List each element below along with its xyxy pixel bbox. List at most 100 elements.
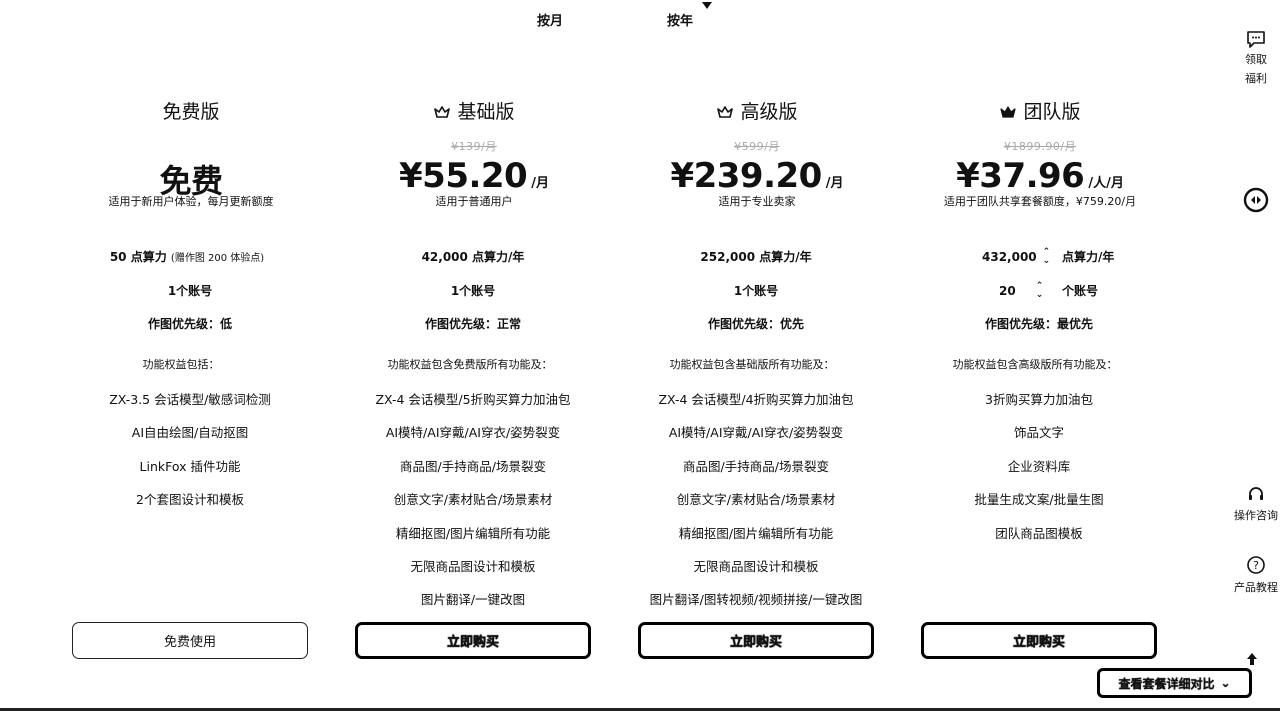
feature-item: ZX-3.5 会话模型/敏感词检测: [109, 392, 271, 407]
feature-item: AI模特/AI穿戴/AI穿衣/姿势裂变: [668, 425, 844, 441]
plan-price-unit: /月: [825, 176, 844, 191]
plan-price: ¥37.96: [956, 156, 1085, 196]
tab-monthly[interactable]: 按月: [537, 10, 563, 29]
active-tab-caret-icon: [702, 2, 712, 9]
plan-description: 适用于团队共享套餐额度，¥759.20/月: [943, 195, 1137, 208]
accounts-suffix: 个账号: [1062, 284, 1099, 298]
billing-toggle: 按月 按年: [0, 2, 1280, 30]
priority-value: 正常: [497, 317, 522, 331]
tab-yearly[interactable]: 按年: [667, 10, 693, 29]
features-title: 功能权益包含基础版所有功能及：: [669, 358, 835, 371]
plan-quota: 50 点算力 (赠作图 200 体验点): [110, 248, 264, 265]
feature-item: 图片翻译/一键改图: [420, 592, 526, 608]
plan-accounts: 1个账号: [733, 284, 779, 298]
plan-description: 适用于普通用户: [435, 195, 513, 208]
priority-value: 低: [220, 317, 233, 331]
plan-price-unit: /月: [531, 176, 549, 191]
back-to-top-icon[interactable]: [1244, 652, 1260, 666]
chevron-down-icon: ⌄: [1220, 676, 1231, 690]
plan-quota: 252,000 点算力/年: [700, 250, 812, 264]
crown-filled-icon: [1000, 106, 1017, 118]
plan-price: ¥55.20: [399, 156, 528, 196]
feature-item: 批量生成文案/批量生图: [974, 492, 1104, 508]
welfare-label-line2: 福利: [1245, 72, 1267, 85]
compare-plans-button[interactable]: 查看套餐详细对比 ⌄: [1097, 668, 1252, 698]
feature-item: 创意文字/素材贴合/场景素材: [676, 492, 836, 508]
buy-basic-button[interactable]: 立即购买: [355, 622, 591, 659]
welfare-widget[interactable]: 领取 福利: [1232, 28, 1280, 88]
plan-quota: 42,000 点算力/年: [421, 250, 525, 264]
stepper-arrows-icon[interactable]: ⌃ ⌄: [1036, 282, 1044, 300]
free-use-button[interactable]: 免费使用: [72, 622, 308, 659]
plan-card-team: 团队版 ¥1899.90/月 ¥37.96 /人/月 适用于团队共享套餐额度，¥…: [920, 98, 1160, 210]
spinner-badge-icon: [1243, 187, 1269, 213]
plan-card-basic: 基础版 ¥139/月 ¥55.20 /月 适用于普通用户: [354, 98, 594, 210]
plan-original-price: ¥139/月: [451, 140, 497, 153]
feature-item: 团队商品图模板: [995, 525, 1083, 541]
buy-advanced-button[interactable]: 立即购买: [638, 622, 874, 659]
compare-plans-label: 查看套餐详细对比: [1118, 676, 1215, 691]
plan-priority: 作图优先级：正常: [425, 315, 521, 332]
stepper-arrows-icon[interactable]: ⌃ ⌄: [1043, 248, 1051, 266]
priority-value: 最优先: [1057, 317, 1094, 331]
quota-stepper[interactable]: 432,000 ⌃ ⌄: [982, 248, 1050, 266]
plan-description: 适用于专业卖家: [718, 195, 796, 208]
feature-item: 无限商品图设计和模板: [693, 559, 819, 574]
accounts-stepper-value: 20: [999, 284, 1016, 298]
plan-price-unit: /人/月: [1088, 176, 1124, 191]
features-title: 功能权益包含高级版所有功能及：: [952, 358, 1118, 371]
plan-priority: 作图优先级：低: [148, 315, 232, 332]
accounts-stepper[interactable]: 20 ⌃ ⌄: [999, 282, 1043, 300]
consult-label: 操作咨询: [1234, 509, 1278, 522]
feature-item: ZX-4 会话模型/4折购买算力加油包: [658, 392, 854, 407]
plan-priority: 作图优先级：优先: [708, 315, 804, 332]
plan-priority: 作图优先级：最优先: [985, 315, 1093, 332]
feature-item: ZX-4 会话模型/5折购买算力加油包: [375, 392, 571, 407]
quota-stepper-value: 432,000: [982, 250, 1037, 264]
features-title: 功能权益包括：: [142, 358, 220, 371]
plan-accounts: 1个账号: [167, 284, 213, 298]
buy-team-button[interactable]: 立即购买: [921, 622, 1157, 659]
feature-item: 企业资料库: [1007, 458, 1071, 474]
floating-widget[interactable]: [1232, 186, 1280, 214]
priority-label: 作图优先级：: [147, 317, 220, 331]
plan-name: 免费版: [162, 101, 220, 123]
feature-item: 精细抠图/图片编辑所有功能: [678, 525, 834, 541]
feature-item: 无限商品图设计和模板: [410, 559, 536, 574]
quota-note: (赠作图 200 体验点): [170, 253, 265, 264]
priority-label: 作图优先级：: [984, 317, 1057, 331]
feature-item: 2个套图设计和模板: [136, 492, 244, 508]
tutorial-widget[interactable]: ? 产品教程: [1232, 555, 1280, 597]
feature-item: LinkFox 插件功能: [139, 458, 241, 474]
welfare-label-line1: 领取: [1245, 53, 1267, 66]
feature-item: AI自由绘图/自动抠图: [131, 425, 249, 441]
plan-card-advanced: 高级版 ¥599/月 ¥239.20 /月 适用于专业卖家: [637, 98, 877, 210]
chat-bubble-icon: [1247, 31, 1265, 48]
quota-suffix: 点算力/年: [1062, 250, 1115, 264]
plan-original-price: [71, 138, 311, 156]
feature-item: 3折购买算力加油包: [985, 392, 1093, 407]
tutorial-label: 产品教程: [1234, 581, 1278, 594]
consult-widget[interactable]: 操作咨询: [1232, 485, 1280, 525]
quota-text: 50 点算力: [109, 250, 167, 264]
svg-text:?: ?: [1253, 559, 1259, 572]
headset-icon: [1249, 487, 1263, 500]
priority-label: 作图优先级：: [707, 317, 780, 331]
plan-price: ¥239.20: [670, 156, 822, 196]
plan-name: 团队版: [1023, 101, 1081, 123]
plan-card-free: 免费版 免费 适用于新用户体验，每月更新额度: [71, 98, 311, 210]
feature-item: 图片翻译/图转视频/视频拼接/一键改图: [649, 592, 863, 608]
plan-description: 适用于新用户体验，每月更新额度: [108, 195, 274, 208]
plan-accounts: 1个账号: [450, 284, 496, 298]
priority-label: 作图优先级：: [424, 317, 497, 331]
plan-name: 高级版: [740, 101, 798, 123]
plan-original-price: ¥599/月: [734, 140, 780, 153]
feature-item: AI模特/AI穿戴/AI穿衣/姿势裂变: [385, 425, 561, 441]
crown-outline-icon: [434, 106, 451, 118]
crown-outline-icon: [717, 106, 734, 118]
features-title: 功能权益包含免费版所有功能及：: [387, 358, 553, 371]
feature-item: 精细抠图/图片编辑所有功能: [395, 525, 551, 541]
feature-item: 商品图/手持商品/场景裂变: [683, 458, 829, 474]
priority-value: 优先: [780, 317, 805, 331]
feature-item: 饰品文字: [1013, 425, 1065, 441]
